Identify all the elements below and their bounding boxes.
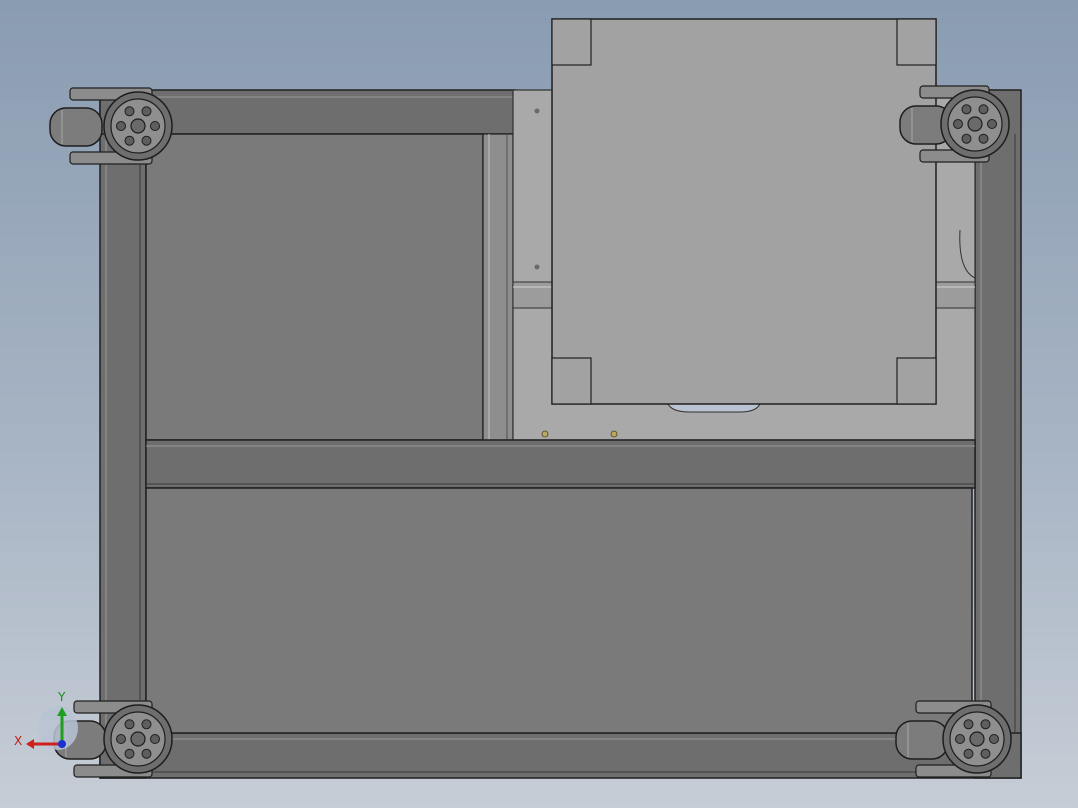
upper-left-panel[interactable]: [145, 133, 484, 441]
frame-right-rail[interactable]: [974, 89, 1022, 779]
middle-crossbar[interactable]: [145, 439, 976, 489]
plate-screw: [541, 430, 549, 438]
coordinate-triad: X Y: [14, 690, 78, 750]
motor-block[interactable]: [551, 18, 937, 413]
graphics-viewport[interactable]: X Y: [0, 0, 1078, 808]
lower-panel[interactable]: [145, 487, 973, 734]
motor-block-corner: [551, 18, 592, 66]
plate-screw: [534, 264, 540, 270]
motor-block-corner: [551, 357, 592, 405]
plate-screw: [534, 108, 540, 114]
plate-screw: [610, 430, 618, 438]
motor-block-corner: [896, 18, 937, 66]
triad-y-label: Y: [57, 690, 66, 704]
cart-model[interactable]: X Y: [0, 0, 1078, 808]
caster-top-left[interactable]: [49, 87, 173, 165]
frame-left-rail[interactable]: [99, 89, 147, 779]
vertical-divider-bar[interactable]: [482, 133, 514, 441]
triad-x-label: X: [14, 734, 22, 748]
frame-bottom-rail[interactable]: [99, 732, 1022, 779]
motor-block-corner: [896, 357, 937, 405]
